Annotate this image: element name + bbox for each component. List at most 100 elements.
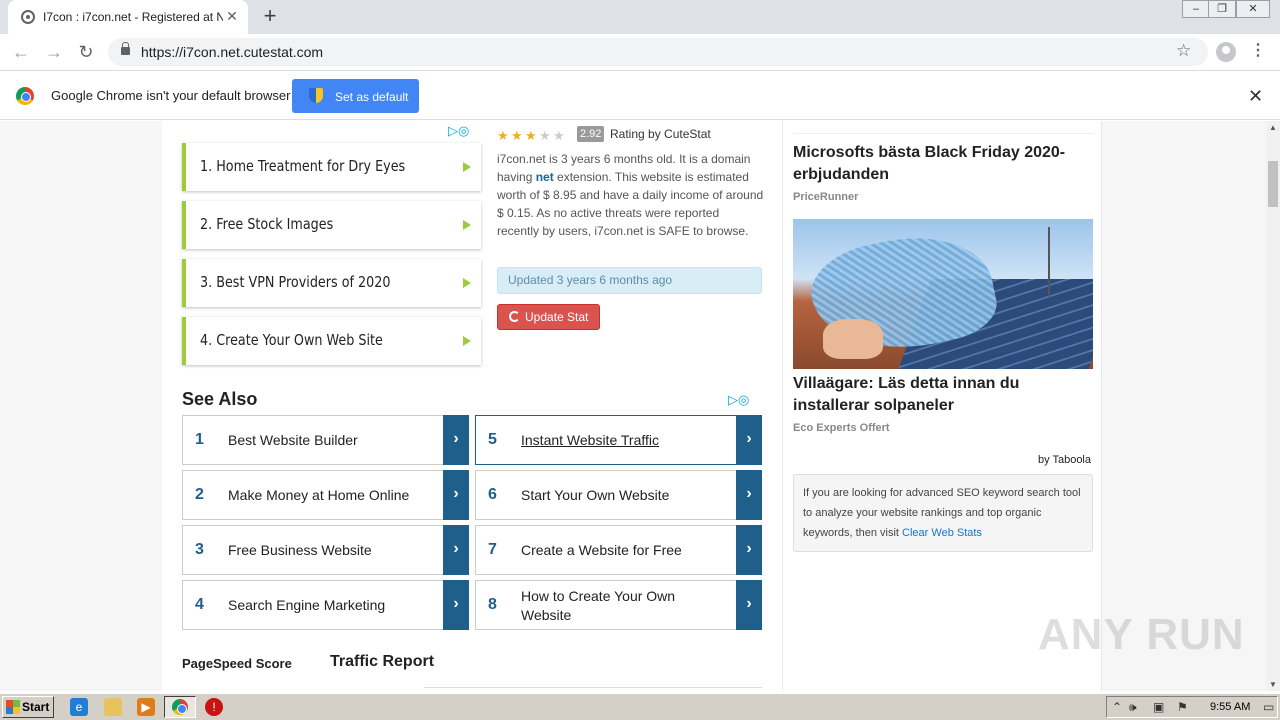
see-also-item[interactable]: 5 Instant Website Traffic › xyxy=(475,415,762,465)
scroll-down-arrow-icon[interactable]: ▼ xyxy=(1269,680,1277,689)
star-icon: ★ xyxy=(497,128,509,143)
windows-taskbar: Start e ▶ ! ⌃ 🕪 ▣ ⚑ 9:55 AM ▭ xyxy=(0,693,1280,720)
ad-link-label: 1. Home Treatment for Dry Eyes xyxy=(200,157,406,175)
chevron-right-icon: › xyxy=(443,415,469,465)
item-label: Start Your Own Website xyxy=(521,487,670,503)
antenna-shape xyxy=(1048,227,1050,297)
star-icon: ★ xyxy=(525,128,537,143)
ad-link[interactable]: 2. Free Stock Images xyxy=(182,201,481,249)
see-also-item[interactable]: 1 Best Website Builder › xyxy=(182,415,469,465)
item-label: Best Website Builder xyxy=(228,432,358,448)
star-icon: ★ xyxy=(511,128,523,143)
item-label: Instant Website Traffic xyxy=(521,432,659,448)
sponsored-source: PriceRunner xyxy=(793,191,859,203)
item-label: Free Business Website xyxy=(228,542,372,558)
item-number: 3 xyxy=(195,541,204,558)
item-number: 6 xyxy=(488,486,497,503)
item-number: 5 xyxy=(488,431,497,448)
infobar-message: Google Chrome isn't your default browser xyxy=(51,88,291,103)
infobar-close-icon[interactable]: ✕ xyxy=(1248,86,1263,107)
chrome-menu-icon[interactable]: ⋮ xyxy=(1250,40,1266,60)
url-text[interactable]: https://i7con.net.cutestat.com xyxy=(141,44,323,60)
arrow-right-icon xyxy=(463,162,471,172)
item-number: 1 xyxy=(195,431,204,448)
ad-link[interactable]: 1. Home Treatment for Dry Eyes xyxy=(182,143,481,191)
see-also-item[interactable]: 7 Create a Website for Free › xyxy=(475,525,762,575)
sponsored-headline[interactable]: Villaägare: Läs detta innan du installer… xyxy=(793,373,1093,417)
uac-shield-icon xyxy=(309,88,323,103)
volume-icon[interactable]: 🕪 xyxy=(1129,700,1137,715)
close-tab-icon[interactable]: ✕ xyxy=(224,8,240,24)
default-browser-infobar: Google Chrome isn't your default browser… xyxy=(0,72,1280,120)
sponsored-headline[interactable]: Microsofts bästa Black Friday 2020-erbju… xyxy=(793,142,1093,186)
clear-web-stats-link[interactable]: Clear Web Stats xyxy=(902,527,982,539)
see-also-item[interactable]: 3 Free Business Website › xyxy=(182,525,469,575)
chrome-taskbar-button[interactable] xyxy=(164,696,196,718)
scroll-up-arrow-icon[interactable]: ▲ xyxy=(1269,123,1277,132)
show-desktop-icon[interactable]: ▭ xyxy=(1263,700,1274,714)
adchoices-icon[interactable]: ▷◎ xyxy=(448,123,469,139)
star-icon: ★ xyxy=(553,128,565,143)
tray-expand-icon[interactable]: ⌃ xyxy=(1112,700,1122,714)
ad-link-label: 4. Create Your Own Web Site xyxy=(200,331,383,349)
scroll-thumb[interactable] xyxy=(1268,161,1278,207)
bookmark-star-icon[interactable]: ☆ xyxy=(1176,41,1191,61)
minimize-button[interactable]: – xyxy=(1182,0,1210,18)
address-bar[interactable]: https://i7con.net.cutestat.com ☆ xyxy=(108,38,1208,66)
page-scrollbar[interactable]: ▲ ▼ xyxy=(1266,121,1280,691)
start-label: Start xyxy=(22,700,50,714)
item-number: 8 xyxy=(488,596,497,613)
arrow-right-icon xyxy=(463,220,471,230)
restore-button[interactable]: ❐ xyxy=(1208,0,1236,18)
see-also-item[interactable]: 4 Search Engine Marketing › xyxy=(182,580,469,630)
internet-explorer-icon[interactable]: e xyxy=(70,698,88,716)
page-viewport: ▷◎ 1. Home Treatment for Dry Eyes 2. Fre… xyxy=(0,121,1266,691)
arrow-right-icon xyxy=(463,336,471,346)
chevron-right-icon: › xyxy=(736,415,762,465)
reload-button[interactable]: ↻ xyxy=(75,41,97,63)
clock[interactable]: 9:55 AM xyxy=(1210,701,1250,713)
item-label: How to Create Your Own Website xyxy=(521,588,676,623)
taboola-credit[interactable]: by Taboola xyxy=(1038,454,1091,466)
antivirus-icon[interactable]: ! xyxy=(205,698,223,716)
network-icon[interactable]: ▣ xyxy=(1153,700,1164,714)
see-also-item[interactable]: 2 Make Money at Home Online › xyxy=(182,470,469,520)
lock-icon[interactable] xyxy=(121,42,130,55)
item-number: 2 xyxy=(195,486,204,503)
globe-icon xyxy=(21,10,35,24)
see-also-heading: See Also xyxy=(182,389,258,409)
media-player-icon[interactable]: ▶ xyxy=(137,698,155,716)
chrome-logo-icon xyxy=(16,87,34,105)
see-also-item[interactable]: 6 Start Your Own Website › xyxy=(475,470,762,520)
ad-link[interactable]: 4. Create Your Own Web Site xyxy=(182,317,481,365)
adchoices-icon[interactable]: ▷◎ xyxy=(728,392,749,408)
update-stat-label: Update Stat xyxy=(525,310,589,324)
see-also-item[interactable]: 8 How to Create Your Own Website › xyxy=(475,580,762,630)
chevron-right-icon: › xyxy=(443,470,469,520)
solar-panel-ad-image[interactable] xyxy=(793,219,1093,369)
seo-promo-box: If you are looking for advanced SEO keyw… xyxy=(793,474,1093,552)
back-button[interactable]: ← xyxy=(10,41,32,63)
tab-pagespeed[interactable]: PageSpeed Score xyxy=(182,656,292,671)
profile-avatar-icon[interactable] xyxy=(1216,42,1236,62)
new-tab-button[interactable]: + xyxy=(260,5,280,27)
refresh-icon xyxy=(509,311,520,322)
item-label: Create a Website for Free xyxy=(521,542,682,558)
ad-link-label: 2. Free Stock Images xyxy=(200,215,334,233)
forward-button[interactable]: → xyxy=(43,41,65,63)
set-as-default-label: Set as default xyxy=(335,90,409,104)
divider xyxy=(424,687,762,688)
action-center-flag-icon[interactable]: ⚑ xyxy=(1177,700,1188,714)
star-rating: ★ ★ ★ ★ ★ xyxy=(497,127,567,145)
start-button[interactable]: Start xyxy=(2,696,54,718)
file-explorer-icon[interactable] xyxy=(104,698,122,716)
anyrun-watermark: ANY RUN xyxy=(1038,610,1245,659)
ad-link[interactable]: 3. Best VPN Providers of 2020 xyxy=(182,259,481,307)
set-as-default-button[interactable]: Set as default xyxy=(292,79,419,113)
chevron-right-icon: › xyxy=(736,580,762,630)
close-window-button[interactable]: ✕ xyxy=(1236,0,1270,18)
update-stat-button[interactable]: Update Stat xyxy=(497,304,600,330)
domain-extension: net xyxy=(535,170,554,184)
browser-tab[interactable]: I7con : i7con.net - Registered at Na ✕ xyxy=(8,0,248,34)
tab-traffic-report[interactable]: Traffic Report xyxy=(330,653,434,671)
